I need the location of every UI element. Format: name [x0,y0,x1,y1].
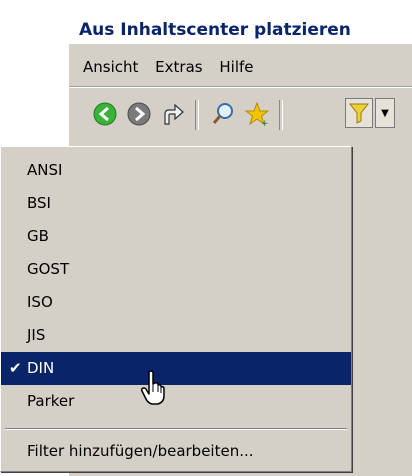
menu-item-jis[interactable]: JIS [1,319,351,352]
search-icon[interactable] [209,100,237,128]
forward-icon[interactable] [125,100,153,128]
menu-extras[interactable]: Extras [155,50,202,84]
toolbar-separator [279,100,283,130]
back-icon[interactable] [91,100,119,128]
hand-cursor-icon [140,370,168,406]
menu-item-gost[interactable]: GOST [1,253,351,286]
checkmark-icon: ✔ [9,359,22,377]
menu-item-iso[interactable]: ISO [1,286,351,319]
filter-dropdown-menu: ANSI BSI GB GOST ISO JIS ✔ DIN Parker Fi… [0,146,352,472]
menu-hilfe[interactable]: Hilfe [219,50,253,84]
dropdown-arrow-icon[interactable]: ▼ [375,98,395,128]
menu-item-din[interactable]: ✔ DIN [1,352,351,385]
menu-separator [5,428,347,430]
menubar: Ansicht Extras Hilfe [69,50,412,84]
menu-ansicht[interactable]: Ansicht [83,50,138,84]
menu-item-ansi[interactable]: ANSI [1,154,351,187]
favorites-star-icon[interactable]: + [243,100,271,129]
menubar-divider [69,86,412,87]
menu-item-parker[interactable]: Parker [1,385,351,418]
filter-icon[interactable] [345,98,373,128]
menu-item-bsi[interactable]: BSI [1,187,351,220]
window-title: Aus Inhaltscenter platzieren [69,16,412,44]
svg-text:+: + [261,119,269,128]
toolbar: + ▼ [69,92,412,136]
up-folder-icon[interactable] [159,100,187,128]
toolbar-separator [195,100,199,130]
menu-item-gb[interactable]: GB [1,220,351,253]
menu-item-add-edit-filter[interactable]: Filter hinzufügen/bearbeiten... [1,435,351,468]
